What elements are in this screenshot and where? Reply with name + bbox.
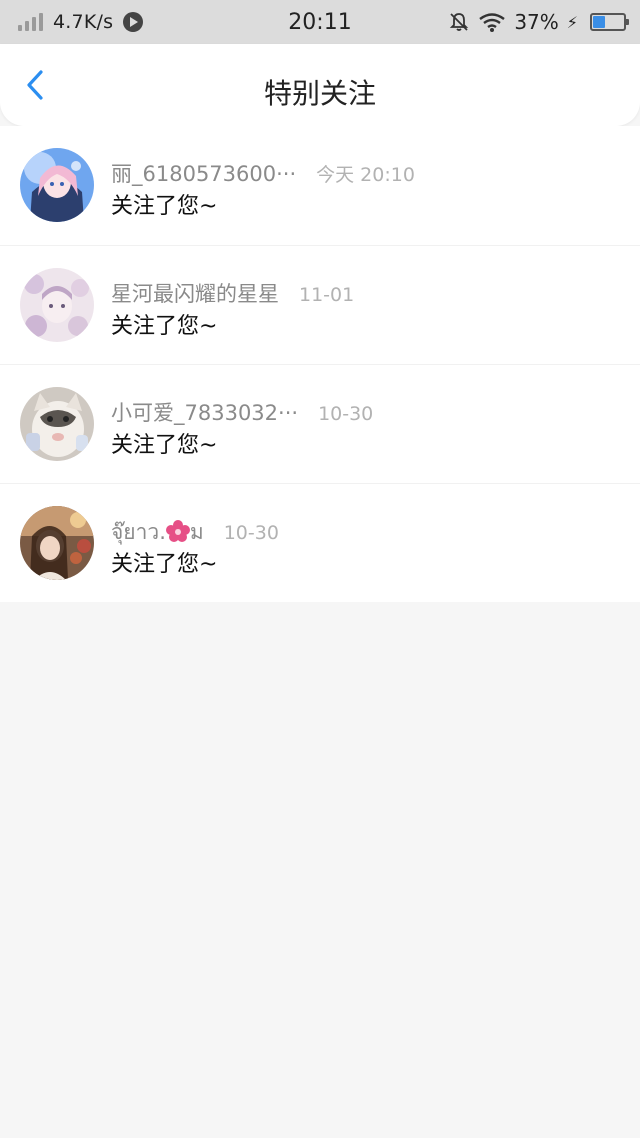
avatar[interactable] xyxy=(20,387,94,461)
avatar[interactable] xyxy=(20,506,94,580)
mute-bell-icon xyxy=(450,13,469,31)
flower-icon xyxy=(165,520,190,542)
message-text: 关注了您~ xyxy=(111,433,218,458)
message-text: 关注了您~ xyxy=(111,194,218,219)
user-name[interactable]: 丽_6180573600··· xyxy=(111,158,296,188)
message-text: 关注了您~ xyxy=(111,314,218,339)
wifi-icon xyxy=(479,13,506,32)
nav-bar: 特别关注 xyxy=(0,44,640,126)
list-item[interactable]: 星河最闪耀的星星 11-01 关注了您~ xyxy=(0,245,640,364)
user-name-suffix: ม xyxy=(189,520,204,544)
timestamp: 11-01 xyxy=(299,284,355,306)
user-name-prefix: จุ๊ยาว. xyxy=(111,520,166,544)
charging-icon: ⚡ xyxy=(566,12,578,32)
timestamp: 今天 20:10 xyxy=(316,164,415,186)
timestamp: 10-30 xyxy=(223,522,279,544)
user-name[interactable]: จุ๊ยาว. ม xyxy=(111,516,204,549)
timestamp: 10-30 xyxy=(318,403,374,425)
message-text: 关注了您~ xyxy=(111,552,218,577)
page-title: 特别关注 xyxy=(263,77,376,110)
list-item[interactable]: 小可爱_7833032··· 10-30 关注了您~ xyxy=(0,364,640,483)
user-name[interactable]: 小可爱_7833032··· xyxy=(111,397,298,427)
avatar[interactable] xyxy=(20,148,94,222)
status-bar: 4.7K/s 20:11 37% ⚡ xyxy=(0,0,640,44)
avatar[interactable] xyxy=(20,268,94,342)
list-item[interactable]: จุ๊ยาว. ม 10-30 关注了您~ xyxy=(0,483,640,602)
battery-percent: 37% xyxy=(514,10,559,34)
battery-icon xyxy=(590,13,629,31)
battery-level xyxy=(593,16,605,28)
list-item[interactable]: 丽_6180573600··· 今天 20:10 关注了您~ xyxy=(0,126,640,245)
user-name[interactable]: 星河最闪耀的星星 xyxy=(111,278,279,308)
notification-list: 丽_6180573600··· 今天 20:10 关注了您~ 星河最闪耀的星星 … xyxy=(0,126,640,602)
